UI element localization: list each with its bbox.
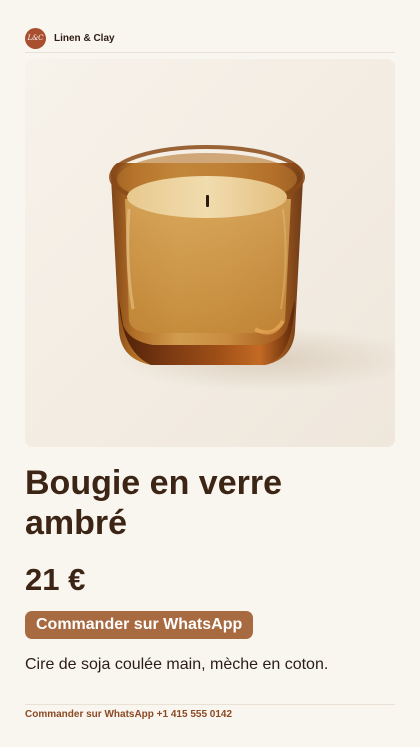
product-description: Cire de soja coulée main, mèche en coton… (25, 656, 329, 673)
candle-illustration (25, 59, 395, 447)
order-whatsapp-button[interactable]: Commander sur WhatsApp (25, 611, 254, 639)
product-image (25, 59, 395, 447)
brand-logo[interactable]: L&C (25, 27, 46, 49)
footer-whatsapp-link[interactable]: Commander sur WhatsApp +1 415 555 0142 (25, 709, 232, 720)
header-divider (25, 52, 395, 53)
footer-divider (25, 704, 395, 705)
product-price: 21 € (25, 562, 86, 597)
header: L&C Linen & Clay (25, 24, 395, 52)
product-title: Bougie en verre ambré (25, 464, 282, 542)
brand-name[interactable]: Linen & Clay (54, 33, 115, 44)
